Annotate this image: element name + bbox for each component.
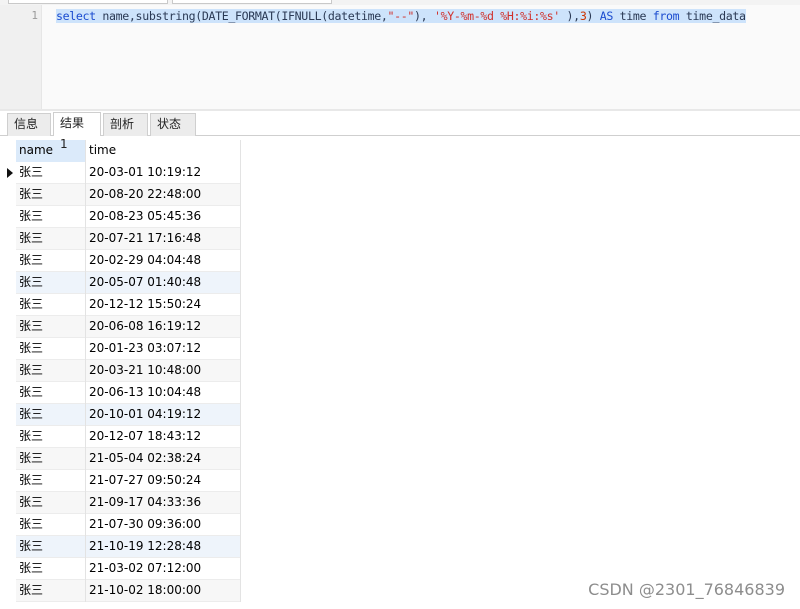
table-row[interactable]: 张三 20-01-23 03:07:12 bbox=[16, 338, 241, 360]
cell-time[interactable]: 21-10-19 12:28:48 bbox=[86, 536, 241, 558]
table-row[interactable]: 张三 21-09-17 04:33:36 bbox=[16, 492, 241, 514]
table-row[interactable]: 张三 20-05-07 01:40:48 bbox=[16, 272, 241, 294]
cell-time[interactable]: 20-03-21 10:48:00 bbox=[86, 360, 241, 382]
query-token: time_data bbox=[679, 9, 746, 23]
cell-time[interactable]: 21-05-04 02:38:24 bbox=[86, 448, 241, 470]
cell-name[interactable]: 张三 bbox=[16, 426, 86, 448]
cell-time[interactable]: 21-03-02 07:12:00 bbox=[86, 558, 241, 580]
table-row[interactable]: 张三 20-08-20 22:48:00 bbox=[16, 184, 241, 206]
grid-header-row: name time bbox=[16, 140, 241, 162]
cell-name[interactable]: 张三 bbox=[16, 360, 86, 382]
cell-time[interactable]: 21-07-30 09:36:00 bbox=[86, 514, 241, 536]
tab-info[interactable]: 信息 bbox=[7, 113, 51, 136]
table-row[interactable]: 张三 20-12-07 18:43:12 bbox=[16, 426, 241, 448]
table-row[interactable]: 张三 20-06-13 10:04:48 bbox=[16, 382, 241, 404]
cell-name[interactable]: 张三 bbox=[16, 536, 86, 558]
query-token: AS bbox=[599, 9, 614, 23]
query-token: select bbox=[56, 9, 96, 23]
cell-name[interactable]: 张三 bbox=[16, 514, 86, 536]
cell-name[interactable]: 张三 bbox=[16, 316, 86, 338]
toolbar-dropdown-right[interactable] bbox=[172, 0, 332, 4]
cell-name[interactable]: 张三 bbox=[16, 558, 86, 580]
cell-name[interactable]: 张三 bbox=[16, 228, 86, 250]
cell-name[interactable]: 张三 bbox=[16, 294, 86, 316]
cell-time[interactable]: 20-12-12 15:50:24 bbox=[86, 294, 241, 316]
cell-name[interactable]: 张三 bbox=[16, 162, 86, 184]
cell-time[interactable]: 21-09-17 04:33:36 bbox=[86, 492, 241, 514]
cell-time[interactable]: 20-02-29 04:04:48 bbox=[86, 250, 241, 272]
result-grid: name time 张三 20-03-01 10:19:12 张三 20-08-20 … bbox=[7, 140, 241, 602]
cell-time[interactable]: 20-08-23 05:45:36 bbox=[86, 206, 241, 228]
cell-name[interactable]: 张三 bbox=[16, 338, 86, 360]
cell-time[interactable]: 21-07-27 09:50:24 bbox=[86, 470, 241, 492]
cell-time[interactable]: 21-10-02 18:00:00 bbox=[86, 580, 241, 602]
cell-name[interactable]: 张三 bbox=[16, 184, 86, 206]
table-row[interactable]: 张三 20-10-01 04:19:12 bbox=[16, 404, 241, 426]
cell-time[interactable]: 20-03-01 10:19:12 bbox=[86, 162, 241, 184]
query-token: time bbox=[612, 9, 653, 23]
cell-time[interactable]: 20-06-08 16:19:12 bbox=[86, 316, 241, 338]
table-row[interactable]: 张三 20-02-29 04:04:48 bbox=[16, 250, 241, 272]
result-tabbar: 信息 结果 1 剖析 状态 bbox=[0, 111, 800, 151]
table-row[interactable]: 张三 20-03-21 10:48:00 bbox=[16, 360, 241, 382]
table-row[interactable]: 张三 21-03-02 07:12:00 bbox=[16, 558, 241, 580]
current-row-marker-icon bbox=[7, 168, 13, 178]
cell-time[interactable]: 20-12-07 18:43:12 bbox=[86, 426, 241, 448]
cell-name[interactable]: 张三 bbox=[16, 580, 86, 602]
table-row[interactable]: 张三 21-10-19 12:28:48 bbox=[16, 536, 241, 558]
query-token: "--" bbox=[387, 9, 415, 23]
cell-name[interactable]: 张三 bbox=[16, 448, 86, 470]
line-number: 1 bbox=[31, 9, 38, 22]
query-token: ) bbox=[586, 9, 600, 23]
cell-name[interactable]: 张三 bbox=[16, 272, 86, 294]
query-token: from bbox=[652, 9, 680, 23]
query-token: ), bbox=[559, 9, 581, 23]
table-row[interactable]: 张三 20-12-12 15:50:24 bbox=[16, 294, 241, 316]
line-number-gutter: 1 bbox=[0, 5, 42, 109]
cell-name[interactable]: 张三 bbox=[16, 382, 86, 404]
column-header-name[interactable]: name bbox=[16, 140, 86, 162]
table-row[interactable]: 张三 20-08-23 05:45:36 bbox=[16, 206, 241, 228]
table-row[interactable]: 张三 21-05-04 02:38:24 bbox=[16, 448, 241, 470]
tab-status[interactable]: 状态 bbox=[150, 113, 196, 136]
cell-name[interactable]: 张三 bbox=[16, 492, 86, 514]
cell-name[interactable]: 张三 bbox=[16, 470, 86, 492]
sql-editor[interactable]: 1 select name,substring(DATE_FORMAT(IFNU… bbox=[0, 5, 800, 109]
table-row[interactable]: 张三 20-06-08 16:19:12 bbox=[16, 316, 241, 338]
cell-time[interactable]: 20-06-13 10:04:48 bbox=[86, 382, 241, 404]
cell-time[interactable]: 20-10-01 04:19:12 bbox=[86, 404, 241, 426]
cell-time[interactable]: 20-07-21 17:16:48 bbox=[86, 228, 241, 250]
toolbar-dropdown-left[interactable] bbox=[8, 0, 168, 4]
cell-name[interactable]: 张三 bbox=[16, 250, 86, 272]
tab-profile[interactable]: 剖析 bbox=[103, 113, 148, 136]
column-header-time[interactable]: time bbox=[86, 140, 241, 162]
query-token: name,substring(DATE_FORMAT(IFNULL(dateti… bbox=[95, 9, 388, 23]
table-row[interactable]: 张三 21-07-30 09:36:00 bbox=[16, 514, 241, 536]
query-selection: select name,substring(DATE_FORMAT(IFNULL… bbox=[56, 9, 746, 23]
cell-name[interactable]: 张三 bbox=[16, 206, 86, 228]
cell-time[interactable]: 20-01-23 03:07:12 bbox=[86, 338, 241, 360]
table-row[interactable]: 张三 20-03-01 10:19:12 bbox=[7, 162, 241, 184]
table-row[interactable]: 张三 21-10-02 18:00:00 bbox=[16, 580, 241, 602]
query-token: '%Y-%m-%d %H:%i:%s' bbox=[433, 9, 560, 23]
table-row[interactable]: 张三 20-07-21 17:16:48 bbox=[16, 228, 241, 250]
cell-time[interactable]: 20-08-20 22:48:00 bbox=[86, 184, 241, 206]
sql-query-line[interactable]: select name,substring(DATE_FORMAT(IFNULL… bbox=[56, 8, 746, 25]
query-token: ), bbox=[414, 9, 434, 23]
cell-name[interactable]: 张三 bbox=[16, 404, 86, 426]
tab-result-1[interactable]: 结果 1 bbox=[53, 112, 101, 151]
watermark: CSDN @2301_76846839 bbox=[588, 580, 785, 599]
table-row[interactable]: 张三 21-07-27 09:50:24 bbox=[16, 470, 241, 492]
cell-time[interactable]: 20-05-07 01:40:48 bbox=[86, 272, 241, 294]
